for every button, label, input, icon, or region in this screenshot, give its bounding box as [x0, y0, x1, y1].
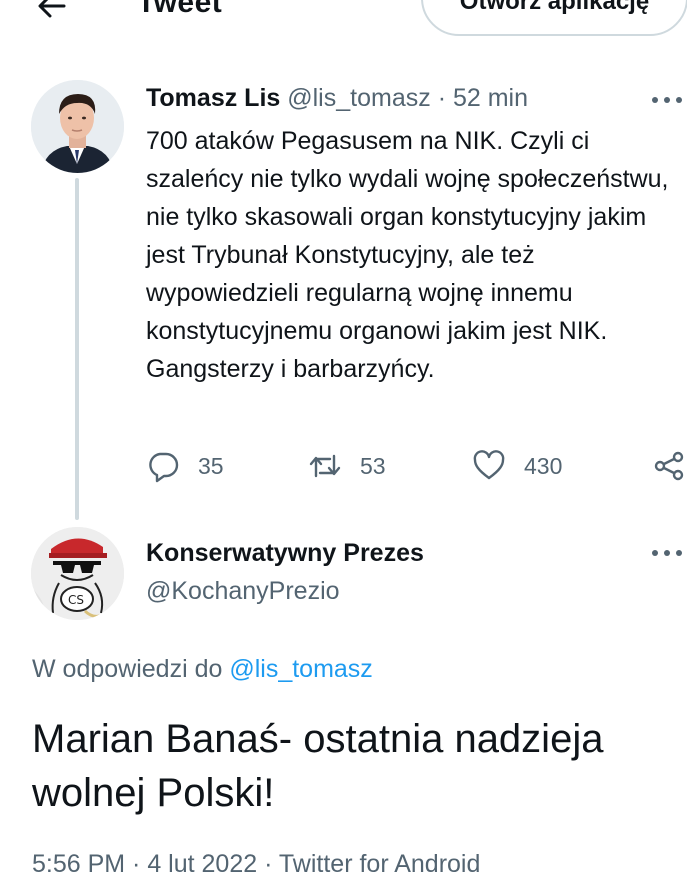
avatar[interactable]: CS: [31, 527, 124, 620]
like-count: 430: [524, 452, 563, 479]
reply-count: 35: [198, 452, 224, 479]
back-arrow-icon[interactable]: [32, 0, 72, 26]
author-handle[interactable]: @lis_tomasz: [287, 84, 430, 112]
tweet-page: Tweet Otwórz aplikację Tomasz Lis @lis_t…: [0, 0, 687, 873]
share-icon: [654, 451, 684, 481]
page-title: Tweet: [137, 0, 223, 19]
reply-author-handle[interactable]: @KochanyPrezio: [146, 577, 340, 606]
reply-text: Marian Banaś- ostatnia nadzieja wolnej P…: [32, 717, 604, 815]
retweet-count: 53: [360, 452, 386, 479]
replying-to: W odpowiedzi do @lis_tomasz: [32, 655, 373, 684]
tweet-actions: 35 53 430: [146, 449, 687, 489]
thread-connector: [75, 178, 79, 520]
more-options-icon[interactable]: [652, 543, 682, 563]
retweet-button[interactable]: 53: [308, 449, 386, 483]
svg-text:CS: CS: [68, 593, 84, 607]
tweet-time[interactable]: 52 min: [453, 84, 528, 112]
retweet-icon: [309, 454, 341, 478]
avatar[interactable]: [31, 80, 124, 173]
heart-icon: [473, 450, 505, 480]
like-button[interactable]: 430: [472, 449, 562, 483]
reply-icon: [149, 452, 179, 483]
tweet-header: Tomasz Lis @lis_tomasz · 52 min: [146, 84, 528, 113]
replying-prefix: W odpowiedzi do: [32, 655, 230, 683]
reply-author-name[interactable]: Konserwatywny Prezes: [146, 539, 424, 568]
more-options-icon[interactable]: [652, 90, 682, 110]
share-button[interactable]: [652, 449, 687, 483]
meta-separator: ·: [437, 84, 447, 112]
tweet-text: 700 ataków Pegasusem na NIK. Czyli ci sz…: [146, 127, 669, 383]
tweet-timestamp[interactable]: 5:56 PM · 4 lut 2022 · Twitter for Andro…: [32, 850, 480, 873]
reply-button[interactable]: 35: [146, 449, 224, 483]
replying-to-link[interactable]: @lis_tomasz: [229, 655, 372, 683]
author-name[interactable]: Tomasz Lis: [146, 84, 280, 112]
open-app-button[interactable]: Otwórz aplikację: [421, 0, 687, 36]
